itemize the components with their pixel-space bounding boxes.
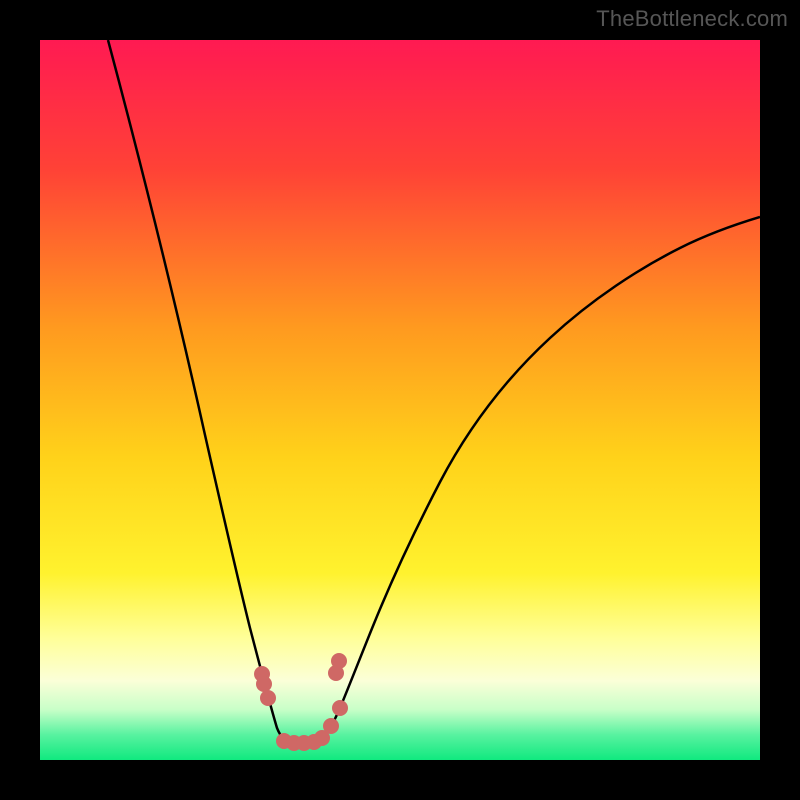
chart-frame: TheBottleneck.com <box>0 0 800 800</box>
bottleneck-curve <box>108 40 760 743</box>
plot-area <box>40 40 760 760</box>
curve-layer <box>40 40 760 760</box>
marker-cluster <box>254 653 348 751</box>
watermark-text: TheBottleneck.com <box>596 6 788 32</box>
